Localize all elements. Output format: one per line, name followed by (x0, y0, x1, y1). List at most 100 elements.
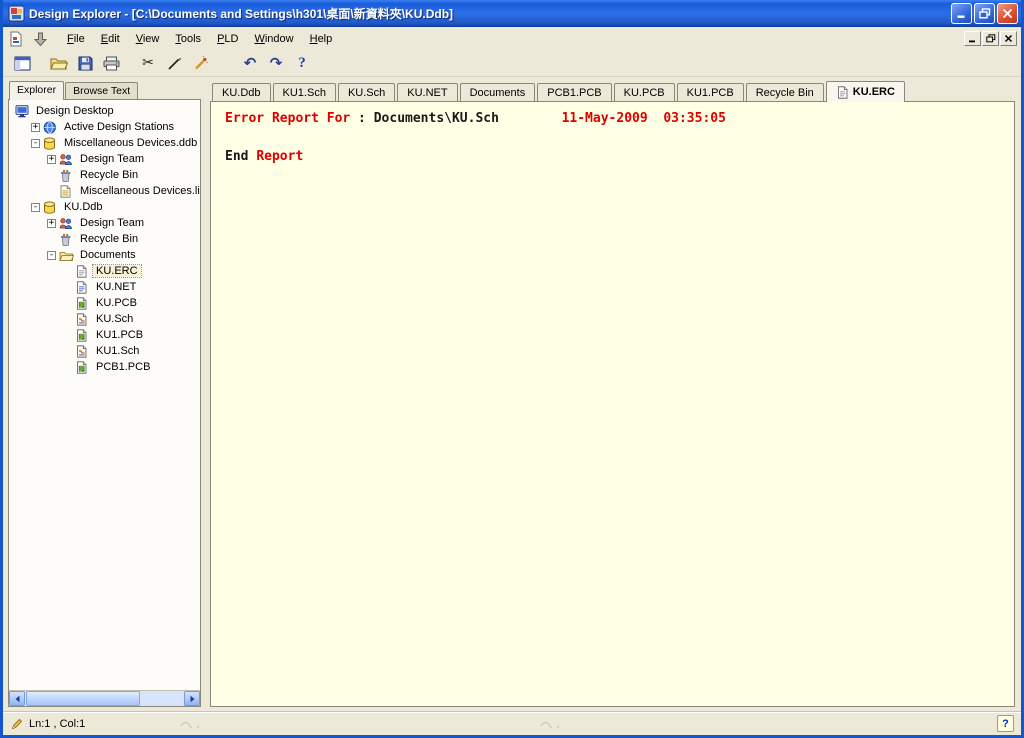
menu-edit[interactable]: Edit (93, 30, 128, 48)
tree-item-label[interactable]: KU1.Sch (93, 345, 142, 357)
team-icon (59, 217, 74, 230)
expand-icon[interactable]: + (47, 219, 56, 228)
collapse-icon[interactable]: - (47, 251, 56, 260)
pen-button[interactable] (161, 52, 187, 75)
help-button[interactable]: ? (289, 52, 315, 75)
document-area: KU.DdbKU1.SchKU.SchKU.NETDocumentsPCB1.P… (210, 80, 1015, 707)
tree-item-documents[interactable]: - Documents (9, 247, 200, 263)
document-tab-recycle-bin[interactable]: Recycle Bin (746, 83, 824, 101)
pen-icon (167, 56, 182, 71)
tree-item-design-team[interactable]: + Design Team (9, 215, 200, 231)
explorer-panel-button[interactable] (9, 52, 35, 75)
child-close-button[interactable] (1000, 31, 1017, 46)
doc-sch-icon (75, 313, 90, 326)
tree-item-miscellaneous-devices-ddb[interactable]: - Miscellaneous Devices.ddb (9, 135, 200, 151)
menu-pld[interactable]: PLD (209, 30, 246, 48)
tree-item-label[interactable]: KU.ERC (93, 265, 141, 277)
tree-indent-spacer (47, 187, 56, 196)
undo-button[interactable]: ↶ (237, 52, 263, 75)
collapse-icon[interactable]: - (31, 203, 40, 212)
menu-tools[interactable]: Tools (167, 30, 209, 48)
tree-item-label[interactable]: Documents (77, 249, 139, 261)
menu-help[interactable]: Help (302, 30, 341, 48)
stations-icon (43, 121, 58, 134)
tree-item-label[interactable]: PCB1.PCB (93, 361, 153, 373)
tree-item-ku1-sch[interactable]: KU1.Sch (9, 343, 200, 359)
child-restore-icon (986, 34, 996, 43)
explorer-panel: ExplorerBrowse Text Design Desktop + Activ… (8, 80, 201, 707)
tree-item-label[interactable]: Design Team (77, 217, 147, 229)
minimize-button[interactable] (951, 3, 972, 24)
sidebar-tab-browse-text[interactable]: Browse Text (65, 82, 138, 99)
tree-item-ku-net[interactable]: KU.NET (9, 279, 200, 295)
expand-icon[interactable]: + (31, 123, 40, 132)
tree-item-recycle-bin[interactable]: Recycle Bin (9, 167, 200, 183)
tree-item-design-team[interactable]: + Design Team (9, 151, 200, 167)
menu-view[interactable]: View (128, 30, 168, 48)
report-text-segment: Error Report For (225, 111, 350, 126)
report-text-segment: End (225, 149, 256, 164)
tree-item-label[interactable]: Active Design Stations (61, 121, 177, 133)
document-tab-pcb1-pcb[interactable]: PCB1.PCB (537, 83, 611, 101)
down-arrow-icon[interactable] (31, 30, 49, 47)
menu-window[interactable]: Window (246, 30, 301, 48)
tree-item-ku-erc[interactable]: KU.ERC (9, 263, 200, 279)
close-button[interactable] (997, 3, 1018, 24)
expand-icon[interactable]: + (47, 155, 56, 164)
tree-item-recycle-bin[interactable]: Recycle Bin (9, 231, 200, 247)
document-tab-ku1-sch[interactable]: KU1.Sch (273, 83, 336, 101)
document-tab-ku-sch[interactable]: KU.Sch (338, 83, 395, 101)
scroll-left-button[interactable] (9, 691, 25, 706)
collapse-icon[interactable]: - (31, 139, 40, 148)
tree-item-label[interactable]: Recycle Bin (77, 169, 141, 181)
tree-item-label[interactable]: Recycle Bin (77, 233, 141, 245)
document-tab-ku1-pcb[interactable]: KU1.PCB (677, 83, 744, 101)
undo-icon: ↶ (244, 56, 257, 71)
redo-button[interactable]: ↷ (263, 52, 289, 75)
document-tab-ku-erc[interactable]: KU.ERC (826, 81, 905, 102)
print-button[interactable] (98, 52, 124, 75)
tree-item-miscellaneous-devices-lib[interactable]: Miscellaneous Devices.lib (9, 183, 200, 199)
tree-item-label[interactable]: Miscellaneous Devices.ddb (61, 137, 200, 149)
child-minimize-button[interactable] (964, 31, 981, 46)
child-restore-button[interactable] (982, 31, 999, 46)
tree-item-label[interactable]: KU.NET (93, 281, 139, 293)
document-tab-ku-pcb[interactable]: KU.PCB (614, 83, 675, 101)
tree-item-label[interactable]: KU.Sch (93, 313, 136, 325)
tree-item-design-desktop[interactable]: Design Desktop (9, 103, 200, 119)
text-editor[interactable]: Error Report For : Documents\KU.Sch 11-M… (210, 101, 1015, 707)
tree-item-ku-sch[interactable]: KU.Sch (9, 311, 200, 327)
document-tab-ku-ddb[interactable]: KU.Ddb (212, 83, 271, 101)
wand-button[interactable] (187, 52, 213, 75)
document-tab-documents[interactable]: Documents (460, 83, 536, 101)
tree-item-ku-pcb[interactable]: KU.PCB (9, 295, 200, 311)
save-button[interactable] (72, 52, 98, 75)
scrollbar-thumb[interactable] (26, 691, 140, 706)
cut-button[interactable]: ✂ (135, 52, 161, 75)
tree-indent-spacer (47, 171, 56, 180)
horizontal-scrollbar[interactable] (9, 690, 200, 706)
tree-item-label[interactable]: Design Team (77, 153, 147, 165)
tree-item-label[interactable]: KU1.PCB (93, 329, 146, 341)
tree-item-label[interactable]: KU.Ddb (61, 201, 106, 213)
tree-item-label[interactable]: KU.PCB (93, 297, 140, 309)
scroll-right-button[interactable] (184, 691, 200, 706)
menu-file[interactable]: File (59, 30, 93, 48)
tree-indent-spacer (63, 299, 72, 308)
restore-button[interactable] (974, 3, 995, 24)
save-icon (78, 56, 93, 71)
document-system-menu-icon[interactable] (7, 30, 25, 47)
tree-item-pcb1-pcb[interactable]: PCB1.PCB (9, 359, 200, 375)
status-help-button[interactable]: ? (997, 715, 1014, 732)
document-tab-ku-net[interactable]: KU.NET (397, 83, 457, 101)
tree-item-label[interactable]: Miscellaneous Devices.lib (77, 185, 200, 197)
tree-item-active-design-stations[interactable]: + Active Design Stations (9, 119, 200, 135)
tree-item-ku-ddb[interactable]: - KU.Ddb (9, 199, 200, 215)
open-button[interactable] (46, 52, 72, 75)
tree-item-ku1-pcb[interactable]: KU1.PCB (9, 327, 200, 343)
doc-pcb-icon (75, 297, 90, 310)
scrollbar-track[interactable] (25, 691, 184, 706)
sidebar-tab-explorer[interactable]: Explorer (9, 81, 64, 100)
tree-item-label[interactable]: Design Desktop (33, 105, 117, 117)
tree-indent-spacer (63, 363, 72, 372)
